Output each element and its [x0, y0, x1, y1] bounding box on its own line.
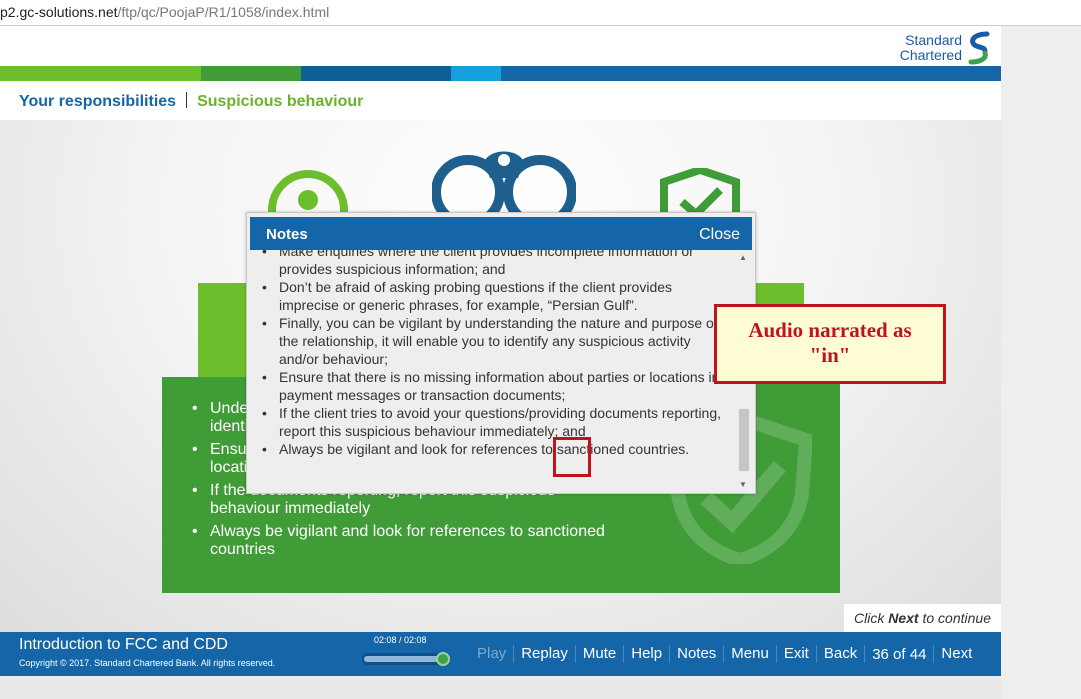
breadcrumb-section: Your responsibilities [19, 93, 177, 110]
time-display: 02:08 / 02:08 [374, 635, 427, 645]
player-nav: Play Replay Mute Help Notes Menu Exit Ba… [470, 632, 979, 676]
exit-button[interactable]: Exit [777, 646, 816, 662]
course-stage: Standard Chartered Your responsibilities… [0, 26, 1001, 676]
back-button[interactable]: Back [817, 646, 864, 662]
decorative-color-bar [0, 66, 1001, 81]
mute-button[interactable]: Mute [576, 646, 623, 662]
next-button[interactable]: Next [934, 646, 979, 662]
page-indicator: 36 of 44 [872, 645, 927, 663]
list-item: Finally, you can be vigilant by understa… [255, 314, 725, 368]
brand-wordmark: Standard Chartered [900, 33, 962, 63]
click-next-hint: Click Next to continue [844, 604, 1001, 632]
notes-dialog: Notes Close Make enquiries where the cli… [246, 212, 756, 494]
notes-title: Notes [266, 226, 308, 243]
notes-button[interactable]: Notes [670, 646, 723, 662]
play-button[interactable]: Play [470, 646, 513, 662]
brand-line2: Chartered [899, 47, 962, 63]
binoculars-icon [432, 151, 576, 216]
url-host: p2.gc-solutions.net [0, 4, 118, 20]
replay-button[interactable]: Replay [514, 646, 575, 662]
list-item: Make enquiries where the client provides… [255, 250, 725, 278]
player-bar: Introduction to FCC and CDD Copyright © … [0, 632, 1001, 676]
course-title: Introduction to FCC and CDD [19, 636, 228, 653]
progress-bar[interactable] [362, 652, 450, 666]
list-item: Always be vigilant and look for referenc… [255, 440, 725, 458]
scroll-up-icon[interactable]: ▲ [739, 253, 747, 262]
list-item: If the client tries to avoid your questi… [255, 404, 725, 440]
list-item: Don’t be afraid of asking probing questi… [255, 278, 725, 314]
review-annotation: Audio narrated as "in" [714, 304, 946, 384]
url-path: /ftp/qc/PoojaP/R1/1058/index.html [117, 4, 330, 20]
review-highlight-box [553, 437, 591, 477]
list-item: Always be vigilant and look for referenc… [192, 523, 612, 559]
menu-button[interactable]: Menu [724, 646, 776, 662]
notes-close-button[interactable]: Close [699, 226, 740, 244]
list-item: Ensure that there is no missing informat… [255, 368, 725, 404]
help-button[interactable]: Help [624, 646, 669, 662]
breadcrumb: Your responsibilities Suspicious behaviou… [19, 92, 363, 111]
window-background [1001, 26, 1081, 699]
annotation-line1: Audio narrated as [748, 318, 912, 342]
notes-body[interactable]: Make enquiries where the client provides… [255, 250, 735, 490]
breadcrumb-page: Suspicious behaviour [197, 93, 364, 110]
scroll-down-icon[interactable]: ▼ [739, 480, 747, 489]
brand-logo: Standard Chartered [900, 30, 991, 66]
address-bar[interactable]: p2.gc-solutions.net/ftp/qc/PoojaP/R1/105… [0, 0, 1081, 26]
progress-knob[interactable] [436, 652, 450, 666]
annotation-line2: "in" [809, 343, 851, 367]
notes-header: Notes Close [250, 217, 752, 250]
scrollbar-thumb[interactable] [739, 409, 749, 471]
brand-line1: Standard [905, 32, 962, 48]
copyright-text: Copyright © 2017. Standard Chartered Ban… [19, 658, 276, 668]
brand-mark-icon [968, 31, 990, 65]
